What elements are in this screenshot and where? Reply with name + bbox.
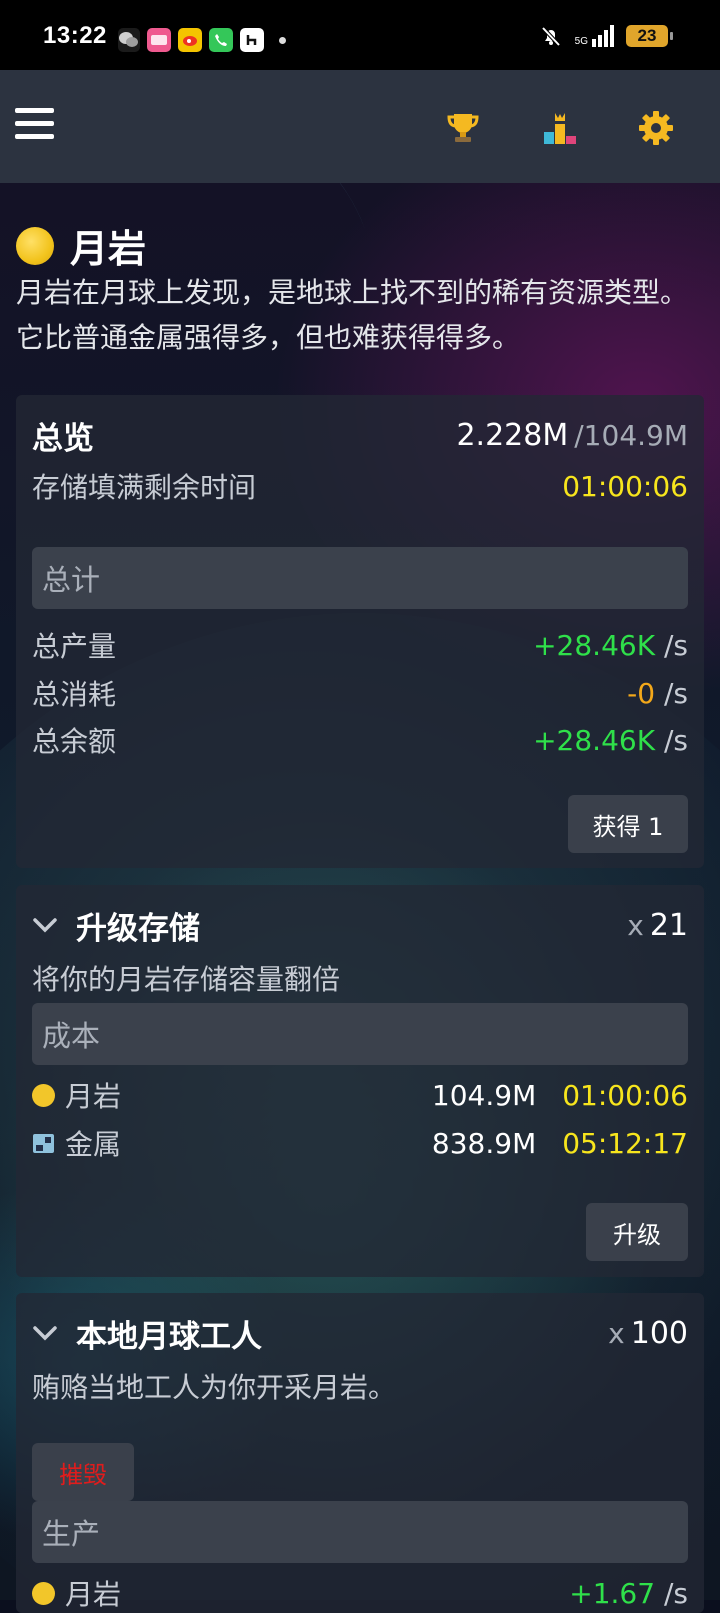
gain-button[interactable]: 获得 1 — [568, 795, 688, 853]
workers-multiplier: x 100 — [608, 1316, 688, 1351]
overview-header: 总览 2.228M/104.9M — [32, 413, 688, 458]
fill-time-row: 存储填满剩余时间 01:00:06 — [32, 466, 688, 506]
weibo-icon — [178, 28, 202, 52]
gear-icon[interactable] — [638, 110, 676, 146]
per-second-unit: /s — [663, 628, 688, 662]
system-indicators: 5G 23 — [539, 24, 673, 48]
upgrade-storage-title-wrap: 升级存储 — [32, 903, 200, 948]
per-second-unit: /s — [663, 723, 688, 757]
total-consumption-amount: -0 — [627, 676, 656, 710]
storage-capacity: /104.9M — [574, 419, 688, 452]
resource-title: 月岩 — [70, 227, 147, 271]
workers-header[interactable]: 本地月球工人 x 100 — [32, 1311, 688, 1356]
cost-time: 05:12:17 — [562, 1126, 688, 1160]
cost-amount: 838.9M — [431, 1126, 537, 1160]
total-balance-row: 总余额 +28.46K /s — [32, 720, 688, 760]
total-production-row: 总产量 +28.46K /s — [32, 625, 688, 665]
multiplier-value: 21 — [649, 907, 688, 943]
total-balance-value: +28.46K /s — [533, 724, 688, 757]
total-section-header: 总计 — [32, 547, 688, 609]
multiplier-x: x — [627, 908, 644, 942]
cost-resource-name: 金属 — [65, 1128, 122, 1161]
total-consumption-label: 总消耗 — [32, 678, 117, 711]
total-balance-label: 总余额 — [32, 725, 117, 758]
cost-row: 金属 838.9M 05:12:17 — [32, 1123, 688, 1163]
overview-title: 总览 — [32, 421, 94, 457]
cost-resource: 金属 — [32, 1123, 121, 1163]
production-section-header: 生产 — [32, 1501, 688, 1563]
network-type: 5G — [574, 36, 588, 47]
total-consumption-value: -0 /s — [627, 677, 688, 710]
cost-section-header: 成本 — [32, 1003, 688, 1065]
upgrade-button[interactable]: 升级 — [586, 1203, 688, 1261]
shopping-app-icon — [147, 28, 171, 52]
wechat-icon — [118, 28, 140, 52]
workers-description: 贿赂当地工人为你开采月岩。 — [32, 1371, 397, 1404]
current-amount: 2.228M — [456, 418, 569, 453]
total-production-value: +28.46K /s — [533, 629, 688, 662]
workers-title-wrap: 本地月球工人 — [32, 1311, 262, 1356]
total-production-label: 总产量 — [32, 630, 117, 663]
resource-description: 月岩在月球上发现，是地球上找不到的稀有资源类型。它比普通金属强得多，但也难获得得… — [16, 276, 689, 354]
workers-title: 本地月球工人 — [76, 1318, 262, 1355]
fill-time-label: 存储填满剩余时间 — [32, 471, 257, 504]
production-amount: +1.67 — [569, 1576, 656, 1610]
moonrock-icon — [32, 1083, 55, 1107]
storage-amount: 2.228M/104.9M — [456, 418, 688, 453]
chevron-down-icon[interactable] — [32, 1320, 58, 1346]
chevron-down-icon[interactable] — [32, 912, 58, 938]
upgrade-storage-desc-row: 将你的月岩存储容量翻倍 — [32, 958, 688, 998]
workers-desc-row: 贿赂当地工人为你开采月岩。 — [32, 1366, 688, 1406]
cost-resource: 月岩 — [32, 1075, 121, 1115]
trophy-icon[interactable] — [445, 110, 483, 146]
cost-values: 104.9M 01:00:06 — [432, 1079, 688, 1112]
cost-time: 01:00:06 — [562, 1078, 688, 1112]
total-consumption-row: 总消耗 -0 /s — [32, 673, 688, 713]
status-time: 13:22 — [43, 22, 107, 49]
multiplier-x: x — [608, 1316, 625, 1350]
app-bar — [0, 70, 720, 183]
battery-indicator: 23 — [626, 25, 673, 47]
resource-header: 月岩 — [16, 218, 146, 273]
more-notifications-dot — [279, 36, 286, 44]
notification-icons — [118, 28, 286, 52]
signal-icon: 5G — [575, 25, 614, 47]
upgrade-storage-multiplier: x 21 — [627, 908, 688, 943]
upgrade-storage-card: 升级存储 x 21 将你的月岩存储容量翻倍 成本 月岩 104.9M 01:00:… — [16, 885, 704, 1277]
menu-icon[interactable] — [15, 108, 55, 140]
leaderboard-icon[interactable] — [542, 110, 580, 146]
moonrock-icon — [32, 1581, 55, 1605]
overview-card: 总览 2.228M/104.9M 存储填满剩余时间 01:00:06 总计 总产… — [16, 395, 704, 868]
cost-amount: 104.9M — [431, 1078, 537, 1112]
production-resource-name: 月岩 — [65, 1578, 122, 1611]
upgrade-storage-header[interactable]: 升级存储 x 21 — [32, 903, 688, 948]
cost-values: 838.9M 05:12:17 — [432, 1127, 688, 1160]
moonrock-icon — [16, 226, 54, 265]
production-value: +1.67 /s — [569, 1577, 688, 1610]
per-second-unit: /s — [663, 676, 688, 710]
metal-icon — [33, 1133, 54, 1153]
app-icon — [240, 28, 264, 52]
total-production-amount: +28.46K — [533, 628, 656, 662]
mute-bell-icon — [541, 26, 561, 47]
cost-row: 月岩 104.9M 01:00:06 — [32, 1075, 688, 1115]
cost-resource-name: 月岩 — [65, 1080, 122, 1113]
status-bar: 13:22 5G 23 — [0, 0, 720, 70]
destroy-button[interactable]: 摧毁 — [32, 1443, 134, 1501]
total-balance-amount: +28.46K — [533, 723, 656, 757]
multiplier-value: 100 — [630, 1315, 688, 1351]
upgrade-storage-description: 将你的月岩存储容量翻倍 — [32, 963, 341, 996]
fill-time-value: 01:00:06 — [562, 469, 688, 503]
production-resource: 月岩 — [32, 1573, 121, 1613]
phone-icon — [209, 28, 233, 52]
upgrade-storage-title: 升级存储 — [76, 910, 200, 947]
production-row: 月岩 +1.67 /s — [32, 1573, 688, 1613]
workers-card: 本地月球工人 x 100 贿赂当地工人为你开采月岩。 摧毁 生产 月岩 +1.67… — [16, 1293, 704, 1613]
per-second-unit: /s — [663, 1576, 688, 1610]
